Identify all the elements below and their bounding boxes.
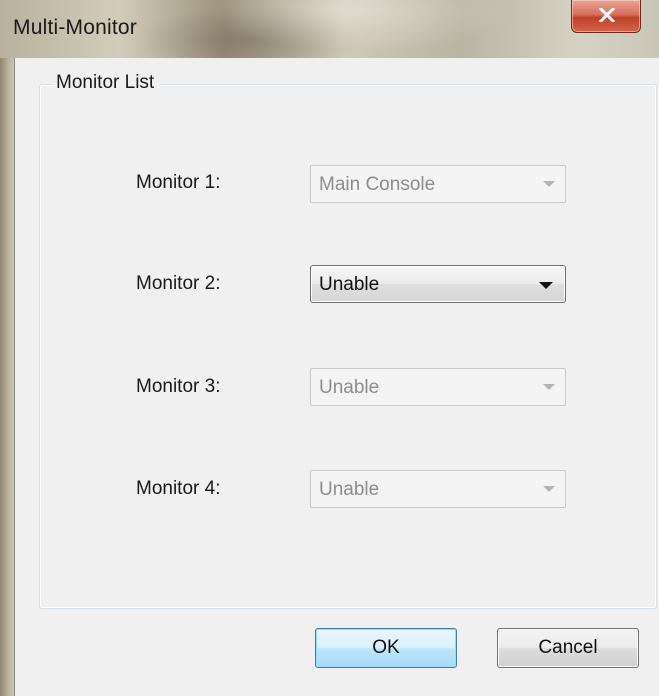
monitor-4-value: Unable <box>319 479 380 500</box>
cancel-button[interactable]: Cancel <box>497 628 639 668</box>
monitor-1-label: Monitor 1: <box>136 172 221 193</box>
monitor-3-label: Monitor 3: <box>136 376 221 397</box>
monitor-3-select[interactable]: Unable <box>310 368 566 406</box>
ok-button[interactable]: OK <box>315 628 457 668</box>
chevron-down-icon <box>543 384 555 390</box>
title-bar[interactable]: Multi-Monitor <box>0 0 659 58</box>
chevron-down-icon <box>543 486 555 492</box>
close-button[interactable] <box>571 0 641 33</box>
monitor-1-select[interactable]: Main Console <box>310 165 566 203</box>
monitor-2-value: Unable <box>319 274 380 295</box>
close-icon <box>599 8 615 22</box>
monitor-2-label: Monitor 2: <box>136 273 221 294</box>
window-title: Multi-Monitor <box>13 16 137 39</box>
dialog-body: Monitor List Monitor 1: Main Console Mon… <box>14 58 659 696</box>
monitor-1-value: Main Console <box>319 174 436 195</box>
monitor-4-select[interactable]: Unable <box>310 470 566 508</box>
monitor-4-label: Monitor 4: <box>136 478 221 499</box>
chevron-down-icon <box>539 282 553 289</box>
monitor-list-group <box>39 84 657 609</box>
monitor-3-value: Unable <box>319 377 380 398</box>
dialog-window: Multi-Monitor Monitor List Monitor 1: Ma… <box>0 0 659 696</box>
monitor-2-select[interactable]: Unable <box>310 265 566 303</box>
chevron-down-icon <box>543 181 555 187</box>
group-title: Monitor List <box>52 72 161 94</box>
